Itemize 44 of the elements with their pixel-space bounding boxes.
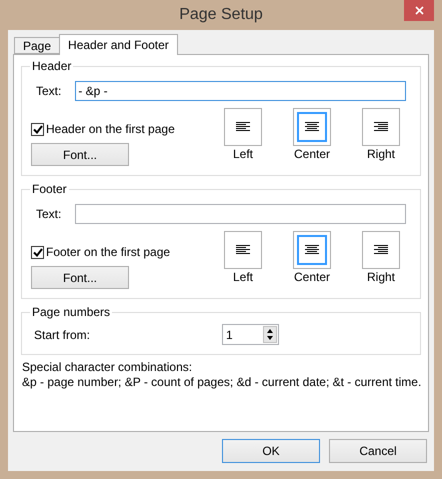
- checkmark-icon: [32, 124, 42, 134]
- tab[interactable]: Header and Footer: [59, 34, 178, 55]
- align-left-icon: [236, 122, 250, 132]
- text-field[interactable]: - &p -: [75, 81, 406, 101]
- group-title: Header: [31, 59, 72, 73]
- alignment-button[interactable]: [224, 231, 262, 269]
- font-button[interactable]: Font...: [31, 143, 129, 166]
- font-button[interactable]: Font...: [31, 266, 129, 289]
- alignment-button[interactable]: [362, 231, 400, 269]
- up-arrow-icon[interactable]: [267, 328, 273, 333]
- close-icon: [414, 6, 424, 15]
- close-button[interactable]: [404, 0, 434, 21]
- alignment-button[interactable]: [293, 231, 331, 269]
- alignment-label: Right: [366, 147, 395, 161]
- help-text: &p - page number; &P - count of pages; &d - current date; &t - current time.: [22, 375, 421, 390]
- help-text: Special character combinations:: [22, 360, 194, 375]
- align-right-icon: [374, 122, 388, 132]
- alignment-button[interactable]: [224, 108, 262, 146]
- text-field[interactable]: [75, 204, 406, 224]
- first-page-checkbox[interactable]: Header on the first page: [31, 122, 175, 136]
- spin-field[interactable]: 1: [222, 324, 279, 345]
- align-right-icon: [374, 244, 388, 256]
- dialog-button[interactable]: Cancel: [329, 439, 427, 463]
- alignment-label: Left: [232, 270, 253, 284]
- first-page-checkbox[interactable]: Footer on the first page: [31, 245, 170, 259]
- alignment-button[interactable]: [293, 108, 331, 146]
- group-title: Page numbers: [31, 305, 112, 319]
- alignment-label: Center: [294, 270, 330, 284]
- text-label: Text:: [36, 207, 62, 221]
- group-title: Footer: [31, 182, 68, 196]
- align-center-icon: [305, 244, 319, 256]
- tab[interactable]: Page: [14, 37, 60, 54]
- align-left-icon: [236, 244, 250, 256]
- down-arrow-icon[interactable]: [267, 336, 273, 340]
- alignment-label: Center: [294, 147, 330, 161]
- start-from-label: Start from:: [34, 328, 90, 342]
- alignment-label: Left: [232, 147, 253, 161]
- alignment-button[interactable]: [362, 108, 400, 146]
- dialog-button[interactable]: OK: [222, 439, 320, 463]
- align-center-icon: [305, 122, 319, 132]
- checkmark-icon: [32, 248, 42, 256]
- text-label: Text:: [36, 84, 62, 98]
- alignment-label: Right: [366, 270, 395, 284]
- window-title: Page Setup: [179, 6, 263, 24]
